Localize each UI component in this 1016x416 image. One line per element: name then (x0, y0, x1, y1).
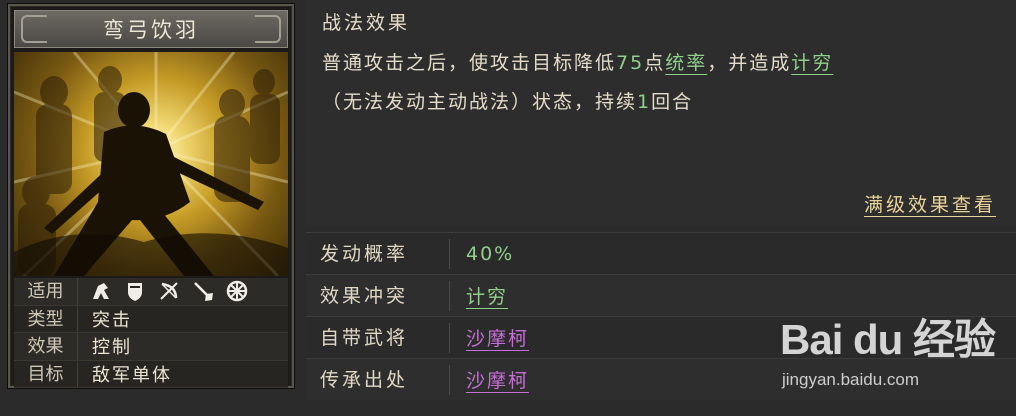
info-value-trigger-rate: 40% (466, 242, 515, 265)
attr-row-apply: 适用 (14, 278, 288, 306)
bow-icon (158, 280, 180, 302)
artwork-svg (14, 52, 288, 276)
effect-text-1c: ，并造成 (707, 52, 792, 74)
info-label-effect-conflict: 效果冲突 (306, 280, 450, 311)
effect-value-duration: 1 (637, 91, 652, 113)
info-label-own-general: 自带武将 (306, 322, 450, 353)
title-ornament-right (255, 15, 281, 43)
tactic-artwork (14, 52, 288, 276)
attr-row-effect: 效果 控制 (14, 333, 288, 361)
tactic-name: 弯弓饮羽 (103, 18, 199, 42)
tactic-effect-panel: 战法效果 普通攻击之后，使攻击目标降低75点统率，并造成计穷 （无法发动主动战法… (306, 0, 1016, 226)
info-label-trigger-rate: 发动概率 (306, 238, 450, 269)
info-value-effect-conflict[interactable]: 计穷 (450, 282, 508, 309)
attr-row-target: 目标 敌军单体 (14, 360, 288, 388)
apply-troop-icons (78, 280, 248, 302)
attr-label-effect: 效果 (14, 333, 78, 360)
shield-icon (124, 280, 146, 302)
info-label-inherit-source: 传承出处 (306, 364, 450, 395)
effect-text-2a: （无法发动主动战法）状态，持续 (322, 91, 638, 113)
attr-value-type: 突击 (92, 309, 132, 331)
attr-value-effect: 控制 (92, 337, 132, 359)
attr-label-type: 类型 (14, 305, 78, 332)
effect-text-2b: 回合 (651, 91, 694, 113)
effect-title: 战法效果 (322, 12, 411, 34)
info-row-trigger-rate: 发动概率 40% (306, 232, 1016, 274)
chariot-wheel-icon (226, 280, 248, 302)
effect-description: 普通攻击之后，使攻击目标降低75点统率，并造成计穷 （无法发动主动战法）状态，持… (322, 44, 1012, 122)
status-link-jiqiong[interactable]: 计穷 (791, 52, 833, 74)
watermark-url: jingyan.baidu.com (782, 370, 920, 389)
info-value-inherit-source[interactable]: 沙摩柯 (450, 366, 529, 393)
attr-row-type: 类型 突击 (14, 305, 288, 333)
watermark-logo: Bai du 经验 (780, 316, 996, 363)
baidu-jingyan-watermark: Bai du 经验 jingyan.baidu.com (780, 306, 1010, 406)
attr-label-apply: 适用 (14, 278, 78, 305)
tactic-card: 弯弓饮羽 适用 类型 突击 效果 控制 目标 敌军单体 (8, 4, 294, 388)
effect-text-1a: 普通攻击之后，使攻击目标降低 (322, 52, 617, 74)
stat-link-command[interactable]: 统率 (665, 52, 707, 74)
attr-value-target: 敌军单体 (92, 364, 172, 386)
tactic-title-bar: 弯弓饮羽 (14, 10, 288, 48)
spear-icon (192, 280, 214, 302)
attr-label-target: 目标 (14, 360, 78, 387)
title-ornament-left (21, 15, 47, 43)
effect-value-reduction: 75 (616, 52, 645, 74)
max-level-effect-link[interactable]: 满级效果查看 (864, 190, 996, 217)
cavalry-icon (90, 280, 112, 302)
info-value-own-general[interactable]: 沙摩柯 (450, 324, 529, 351)
effect-text-1b: 点 (644, 52, 666, 74)
tactic-attribute-table: 适用 类型 突击 效果 控制 目标 敌军单体 (14, 278, 288, 388)
